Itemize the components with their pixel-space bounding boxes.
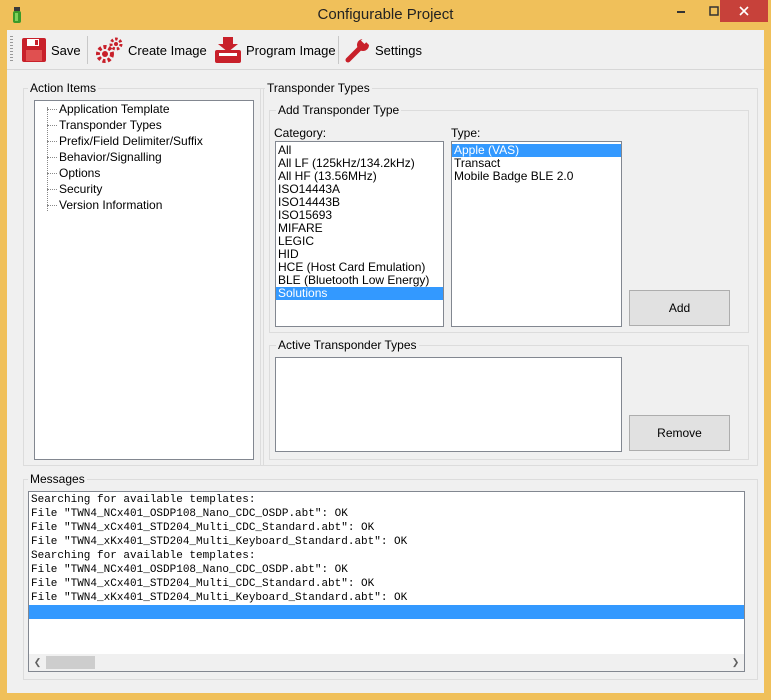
- type-item[interactable]: Mobile Badge BLE 2.0: [452, 170, 621, 183]
- transponder-types-legend: Transponder Types: [267, 81, 370, 95]
- message-line[interactable]: File "TWN4_xCx401_STD204_Multi_CDC_Stand…: [29, 577, 744, 591]
- selected-message-row[interactable]: [29, 605, 744, 619]
- message-line[interactable]: File "TWN4_xKx401_STD204_Multi_Keyboard_…: [29, 591, 744, 605]
- main-window: Configurable Project Save Create Image P…: [0, 0, 771, 700]
- scroll-left-icon[interactable]: ❮: [29, 654, 46, 671]
- tree-item[interactable]: Prefix/Field Delimiter/Suffix: [35, 133, 253, 149]
- program-image-icon: [215, 37, 241, 63]
- tree-item[interactable]: Application Template: [35, 101, 253, 117]
- close-button[interactable]: [720, 0, 768, 22]
- category-label: Category:: [274, 126, 327, 140]
- tree-connector: [47, 173, 57, 174]
- settings-button[interactable]: Settings: [345, 34, 422, 66]
- tree-item[interactable]: Transponder Types: [35, 117, 253, 133]
- tree-item[interactable]: Security: [35, 181, 253, 197]
- tree-item[interactable]: Options: [35, 165, 253, 181]
- tree-connector: [47, 141, 57, 142]
- scroll-right-icon[interactable]: ❯: [727, 654, 744, 671]
- message-line[interactable]: File "TWN4_xCx401_STD204_Multi_CDC_Stand…: [29, 521, 744, 535]
- messages-legend: Messages: [30, 472, 85, 486]
- tree-item-label: Version Information: [59, 198, 163, 212]
- category-item[interactable]: LEGIC: [276, 235, 443, 248]
- tree-item-label: Prefix/Field Delimiter/Suffix: [59, 134, 203, 148]
- save-label: Save: [51, 42, 81, 58]
- minimize-button[interactable]: [664, 0, 698, 22]
- active-transponder-types-legend: Active Transponder Types: [278, 338, 417, 352]
- type-list[interactable]: Apple (VAS) Transact Mobile Badge BLE 2.0: [451, 141, 622, 327]
- settings-icon: [345, 37, 369, 63]
- save-icon: [22, 38, 46, 62]
- message-line[interactable]: Searching for available templates:: [29, 493, 744, 507]
- create-image-label: Create Image: [128, 42, 207, 58]
- category-list[interactable]: All All LF (125kHz/134.2kHz) All HF (13.56…: [275, 141, 444, 327]
- minimize-icon: [677, 11, 685, 13]
- toolbar-separator: [87, 36, 88, 64]
- settings-label: Settings: [375, 42, 422, 58]
- scroll-thumb[interactable]: [46, 656, 95, 669]
- action-items-tree[interactable]: Application Template Transponder Types Pre…: [34, 100, 254, 460]
- close-icon: [739, 6, 749, 16]
- tree-connector: [47, 125, 57, 126]
- horizontal-scrollbar[interactable]: ❮ ❯: [29, 654, 744, 671]
- remove-button[interactable]: Remove: [629, 415, 730, 451]
- message-line[interactable]: File "TWN4_NCx401_OSDP108_Nano_CDC_OSDP.…: [29, 563, 744, 577]
- tree-item[interactable]: Version Information: [35, 197, 253, 213]
- toolbar-grip[interactable]: [10, 36, 13, 62]
- type-label: Type:: [451, 126, 481, 140]
- save-button[interactable]: Save: [21, 34, 81, 66]
- toolbar: Save Create Image Program Image Settings: [7, 30, 764, 70]
- create-image-icon: [96, 37, 123, 63]
- add-button[interactable]: Add: [629, 290, 730, 326]
- tree-connector: [47, 205, 57, 206]
- program-image-button[interactable]: Program Image: [214, 34, 336, 66]
- program-image-label: Program Image: [246, 42, 336, 58]
- add-transponder-type-legend: Add Transponder Type: [278, 103, 400, 117]
- tree-connector: [47, 189, 57, 190]
- toolbar-separator: [338, 36, 339, 64]
- messages-list[interactable]: Searching for available templates: File "…: [28, 491, 745, 672]
- tree-item-label: Behavior/Signalling: [59, 150, 162, 164]
- tree-item-label: Security: [59, 182, 103, 196]
- tree-connector: [47, 157, 57, 158]
- tree-item-label: Transponder Types: [59, 118, 162, 132]
- action-items-legend: Action Items: [30, 81, 97, 95]
- tree-item[interactable]: Behavior/Signalling: [35, 149, 253, 165]
- category-item[interactable]: Solutions: [276, 287, 443, 300]
- message-line[interactable]: Searching for available templates:: [29, 549, 744, 563]
- tree-item-label: Application Template: [59, 102, 170, 116]
- tree-item-label: Options: [59, 166, 101, 180]
- active-transponder-list[interactable]: [275, 357, 622, 452]
- tree-connector: [47, 109, 57, 110]
- message-line[interactable]: File "TWN4_NCx401_OSDP108_Nano_CDC_OSDP.…: [29, 507, 744, 521]
- create-image-button[interactable]: Create Image: [94, 34, 207, 66]
- message-line[interactable]: File "TWN4_xKx401_STD204_Multi_Keyboard_…: [29, 535, 744, 549]
- title-bar[interactable]: Configurable Project: [0, 0, 771, 30]
- window-title: Configurable Project: [317, 6, 454, 23]
- maximize-icon: [709, 6, 719, 16]
